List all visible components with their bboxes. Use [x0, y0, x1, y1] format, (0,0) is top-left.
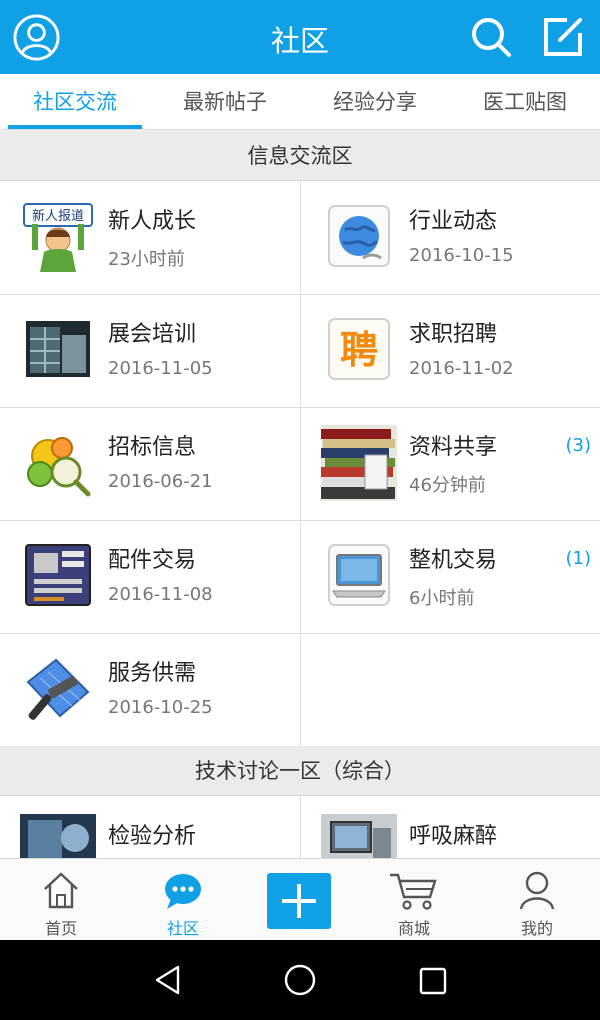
hammer-icon — [26, 658, 90, 720]
forum-bidding[interactable]: 招标信息 2016-06-21 — [0, 407, 300, 520]
forum-time: 2016-11-05 — [108, 358, 213, 379]
forum-service[interactable]: 服务供需 2016-10-25 — [0, 633, 300, 746]
forum-name: 招标信息 — [108, 435, 197, 460]
nav-me[interactable]: 我的 — [487, 859, 587, 941]
tab-pictures[interactable]: 医工贴图 — [450, 74, 600, 130]
forum-machine-trade[interactable]: 整机交易 6小时前 (1) — [301, 520, 600, 633]
nav-community[interactable]: 社区 — [133, 859, 233, 941]
forum-grid: 新人报道 新人成长 23小时前 行业动态 2016-10-15 展会培训 201… — [0, 181, 600, 746]
forum-name: 行业动态 — [409, 209, 498, 234]
ventilator-icon — [321, 814, 397, 858]
forum-exhibition[interactable]: 展会培训 2016-11-05 — [0, 294, 300, 407]
recent-apps-icon[interactable] — [418, 966, 448, 996]
chat-icon — [165, 874, 201, 909]
section-header-info: 信息交流区 — [0, 131, 600, 181]
nav-home[interactable]: 首页 — [11, 859, 111, 941]
forum-name: 新人成长 — [108, 209, 197, 234]
tab-latest-posts[interactable]: 最新帖子 — [150, 74, 300, 130]
nav-label: 社区 — [166, 919, 199, 938]
motherboard-icon — [25, 544, 91, 606]
nav-label: 商城 — [397, 919, 430, 938]
forum-newbie[interactable]: 新人报道 新人成长 23小时前 — [0, 181, 300, 294]
building-icon — [26, 321, 90, 377]
home-circle-icon[interactable] — [283, 963, 317, 997]
search-icon[interactable] — [470, 16, 512, 58]
laptop-icon — [328, 544, 390, 606]
nav-shop[interactable]: 商城 — [364, 859, 464, 941]
lab-icon — [20, 814, 96, 858]
nav-label: 我的 — [520, 919, 553, 938]
tab-community[interactable]: 社区交流 — [0, 74, 150, 130]
category-tabs: 社区交流 最新帖子 经验分享 医工贴图 — [0, 74, 600, 130]
user-icon — [519, 871, 555, 910]
back-icon[interactable] — [152, 964, 184, 996]
unread-count-badge: (3) — [565, 435, 592, 456]
system-nav-bar — [0, 940, 600, 1020]
compose-icon[interactable] — [541, 15, 585, 59]
forum-name: 求职招聘 — [409, 322, 498, 347]
tab-experience[interactable]: 经验分享 — [300, 74, 450, 130]
forum-time: 46分钟前 — [409, 475, 486, 496]
forum-time: 2016-06-21 — [108, 471, 213, 492]
forum-lab-analysis[interactable]: 检验分析 — [0, 796, 300, 858]
books-icon — [321, 425, 397, 501]
forum-grid-tech: 检验分析 呼吸麻醉 — [0, 796, 600, 858]
forum-time: 23小时前 — [108, 249, 185, 270]
forum-recruitment[interactable]: 聘 求职招聘 2016-11-02 — [301, 294, 600, 407]
top-bar: 社区 — [0, 0, 600, 74]
recruit-glyph: 聘 — [340, 328, 378, 372]
bottom-nav: 首页 社区 商城 我的 — [0, 858, 600, 940]
forum-time: 2016-10-15 — [409, 245, 514, 266]
plus-icon — [282, 884, 316, 918]
forum-industry-news[interactable]: 行业动态 2016-10-15 — [301, 181, 600, 294]
forum-parts-trade[interactable]: 配件交易 2016-11-08 — [0, 520, 300, 633]
forum-time: 2016-11-02 — [409, 358, 514, 379]
forum-time: 2016-11-08 — [108, 584, 213, 605]
forum-time: 2016-10-25 — [108, 697, 213, 718]
forum-name: 服务供需 — [108, 661, 197, 686]
forum-respiratory-anesthesia[interactable]: 呼吸麻醉 — [301, 796, 600, 858]
cart-icon — [390, 873, 437, 910]
forum-name: 呼吸麻醉 — [409, 824, 498, 849]
unread-count-badge: (1) — [565, 548, 592, 569]
forum-name: 资料共享 — [409, 435, 498, 460]
globe-icon — [328, 205, 390, 267]
forum-materials[interactable]: 资料共享 46分钟前 (3) — [301, 407, 600, 520]
recruit-icon: 聘 — [328, 318, 390, 380]
active-tab-indicator — [8, 125, 142, 129]
newbie-banner-text: 新人报道 — [32, 208, 84, 224]
forum-time: 6小时前 — [409, 588, 475, 609]
newbie-icon: 新人报道 — [23, 203, 93, 272]
nav-label: 首页 — [44, 919, 77, 938]
forum-name: 配件交易 — [108, 548, 197, 573]
home-icon — [44, 872, 78, 909]
bidding-icon — [27, 437, 91, 497]
forum-name: 整机交易 — [409, 548, 498, 573]
forum-name: 检验分析 — [108, 824, 197, 849]
add-post-button[interactable] — [267, 873, 331, 929]
forum-name: 展会培训 — [108, 322, 197, 347]
section-header-tech: 技术讨论一区（综合） — [0, 746, 600, 796]
